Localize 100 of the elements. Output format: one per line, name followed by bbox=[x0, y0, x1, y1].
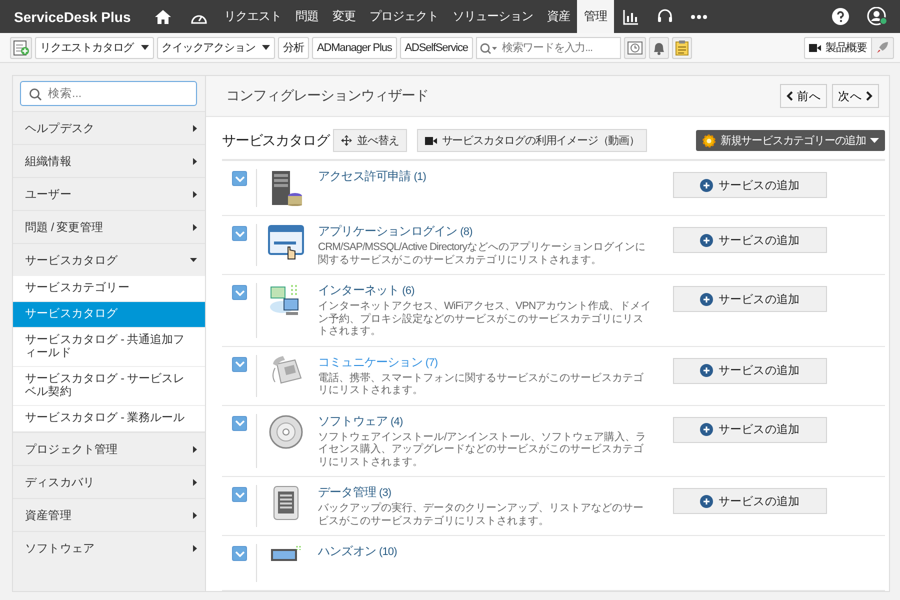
product-overview-button[interactable]: 製品概要 bbox=[804, 36, 872, 58]
more-icon[interactable] bbox=[690, 14, 707, 18]
sort-button[interactable]: 並べ替え bbox=[333, 129, 407, 152]
bar-chart-icon[interactable] bbox=[622, 8, 639, 24]
sidebar-item-label: ユーザー bbox=[25, 188, 72, 202]
add-service-button[interactable]: サービスの追加 bbox=[673, 227, 827, 253]
caret-right-icon bbox=[193, 190, 197, 198]
toolbar-button[interactable]: 分析 bbox=[278, 36, 310, 58]
plus-circle-icon bbox=[700, 292, 714, 306]
sidebar-item[interactable]: 問題 / 変更管理 bbox=[13, 210, 205, 243]
disc-icon bbox=[268, 414, 304, 448]
sidebar-item[interactable]: ヘルプデスク bbox=[13, 111, 205, 144]
category-description: バックアップの実行、データのクリーンアップ、リストアなどのサービスがこのサービスカテゴリにリストされます。 bbox=[318, 502, 644, 527]
chevron-down-icon bbox=[234, 492, 244, 498]
rocket-icon bbox=[877, 42, 888, 53]
checkbox[interactable] bbox=[232, 356, 247, 372]
plus-circle-icon bbox=[700, 234, 714, 246]
caret-right-icon bbox=[193, 446, 197, 452]
sidebar-item[interactable]: ディスカバリ bbox=[13, 465, 205, 498]
sidebar-item[interactable]: プロジェクト管理 bbox=[13, 432, 205, 465]
category-title[interactable]: アプリケーションログイン (8) bbox=[318, 224, 653, 240]
category-description: CRM/SAP/MSSQL/Active Directoryなどへのアプリケーションログインに関するサービスがこのサービスカテゴリにリストされます。 bbox=[318, 241, 646, 266]
toolbar-button[interactable]: ADManager Plus bbox=[312, 36, 397, 58]
category-title[interactable]: ソフトウェア (4) bbox=[318, 414, 653, 430]
notification-button[interactable] bbox=[648, 36, 669, 58]
nav-tab[interactable]: リクエスト bbox=[216, 0, 288, 33]
nav-tab[interactable]: プロジェクト bbox=[362, 0, 446, 33]
category-title[interactable]: ハンズオン (10) bbox=[318, 544, 653, 560]
add-service-button[interactable]: サービスの追加 bbox=[673, 416, 827, 442]
sidebar-item-label: 問題 / 変更管理 bbox=[25, 220, 103, 234]
sidebar-subitem[interactable]: サービスカタログ - 共通追加フィールド bbox=[13, 328, 205, 367]
sidebar-subitem[interactable]: サービスカタログ - サービスレベル契約 bbox=[13, 367, 205, 406]
notes-button[interactable] bbox=[672, 36, 692, 58]
add-service-button[interactable]: サービスの追加 bbox=[673, 358, 827, 384]
category-title[interactable]: アクセス許可申請 (1) bbox=[318, 169, 653, 185]
chevron-down-icon bbox=[234, 230, 244, 236]
previous-button[interactable]: 前へ bbox=[780, 84, 827, 108]
next-button[interactable]: 次へ bbox=[832, 84, 879, 108]
caret-down-icon bbox=[870, 138, 879, 143]
sidebar-item[interactable]: ユーザー bbox=[13, 177, 205, 210]
section-title: サービスカタログ bbox=[222, 132, 330, 150]
user-icon[interactable] bbox=[867, 7, 888, 26]
help-icon[interactable] bbox=[832, 8, 849, 25]
nav-tab[interactable]: 管理 bbox=[576, 0, 614, 33]
plus-circle-icon bbox=[700, 364, 714, 377]
caret-down-icon bbox=[262, 45, 270, 50]
plus-circle-icon bbox=[700, 178, 714, 192]
checkbox[interactable] bbox=[232, 171, 247, 186]
checkbox[interactable] bbox=[232, 285, 247, 300]
browser-icon bbox=[268, 225, 304, 261]
search-field[interactable]: 検索... bbox=[20, 81, 197, 106]
checkbox[interactable] bbox=[232, 546, 247, 561]
caret-right-icon bbox=[193, 544, 197, 552]
checkbox[interactable] bbox=[232, 226, 247, 241]
logo[interactable]: ServiceDesk Plus bbox=[0, 8, 145, 24]
nav-tab[interactable]: 問題 bbox=[288, 0, 326, 33]
add-category-button[interactable]: 新規サービスカテゴリーの追加 bbox=[696, 130, 885, 151]
sidebar-item[interactable]: ソフトウェア bbox=[13, 531, 205, 564]
sidebar-item[interactable]: 資産管理 bbox=[13, 498, 205, 531]
category-title[interactable]: インターネット (6) bbox=[318, 283, 653, 299]
dropdown-button[interactable]: クイックアクション bbox=[156, 36, 276, 58]
nav-tab[interactable]: ソリューション bbox=[445, 0, 540, 33]
sidebar-item-label: 資産管理 bbox=[25, 508, 72, 522]
nav-tab[interactable]: 変更 bbox=[325, 0, 362, 33]
dropdown-button[interactable]: リクエストカタログ bbox=[35, 36, 154, 58]
history-button[interactable] bbox=[624, 36, 646, 58]
new-request-button[interactable] bbox=[10, 36, 32, 58]
move-arrows-icon bbox=[341, 135, 352, 146]
chevron-right-icon bbox=[866, 91, 873, 101]
sidebar-item-label: ディスカバリ bbox=[25, 476, 95, 490]
checkbox[interactable] bbox=[232, 487, 247, 502]
sidebar-subitem[interactable]: サービスカタログ - 業務ルール bbox=[13, 406, 205, 432]
category-title[interactable]: データ管理 (3) bbox=[318, 485, 653, 501]
nav-tab[interactable]: 資産 bbox=[540, 0, 577, 33]
caret-right-icon bbox=[193, 158, 197, 164]
add-service-button[interactable]: サービスの追加 bbox=[673, 286, 827, 312]
caret-right-icon bbox=[193, 124, 197, 132]
sidebar-item[interactable]: 組織情報 bbox=[13, 144, 205, 177]
sidebar-item-label: ヘルプデスク bbox=[25, 121, 95, 136]
toolbar-button[interactable]: ADSelfService bbox=[400, 36, 473, 58]
clock-icon bbox=[626, 40, 643, 54]
sidebar-item-label: プロジェクト管理 bbox=[25, 442, 118, 456]
rocket-button[interactable] bbox=[872, 36, 894, 58]
document-plus-icon bbox=[13, 40, 29, 56]
chevron-down-icon bbox=[234, 550, 244, 556]
sidebar-item-label: サービスカタログ bbox=[25, 254, 118, 268]
checkbox[interactable] bbox=[232, 416, 247, 430]
chevron-left-icon bbox=[786, 91, 793, 101]
add-service-button[interactable]: サービスの追加 bbox=[673, 488, 827, 514]
search-field[interactable]: 検索ワードを入力... bbox=[476, 36, 621, 58]
video-button[interactable]: サービスカタログの利用イメージ（動画） bbox=[416, 129, 648, 152]
video-camera-icon bbox=[809, 44, 822, 52]
caret-down-icon bbox=[190, 258, 197, 262]
sidebar-subitem[interactable]: サービスカテゴリー bbox=[13, 276, 205, 302]
plus-circle-icon bbox=[700, 423, 714, 436]
plus-circle-icon bbox=[700, 494, 714, 508]
add-service-button[interactable]: サービスの追加 bbox=[673, 172, 827, 198]
home-icon[interactable] bbox=[154, 8, 172, 24]
headset-icon[interactable] bbox=[656, 9, 673, 24]
gear-icon bbox=[702, 134, 716, 148]
